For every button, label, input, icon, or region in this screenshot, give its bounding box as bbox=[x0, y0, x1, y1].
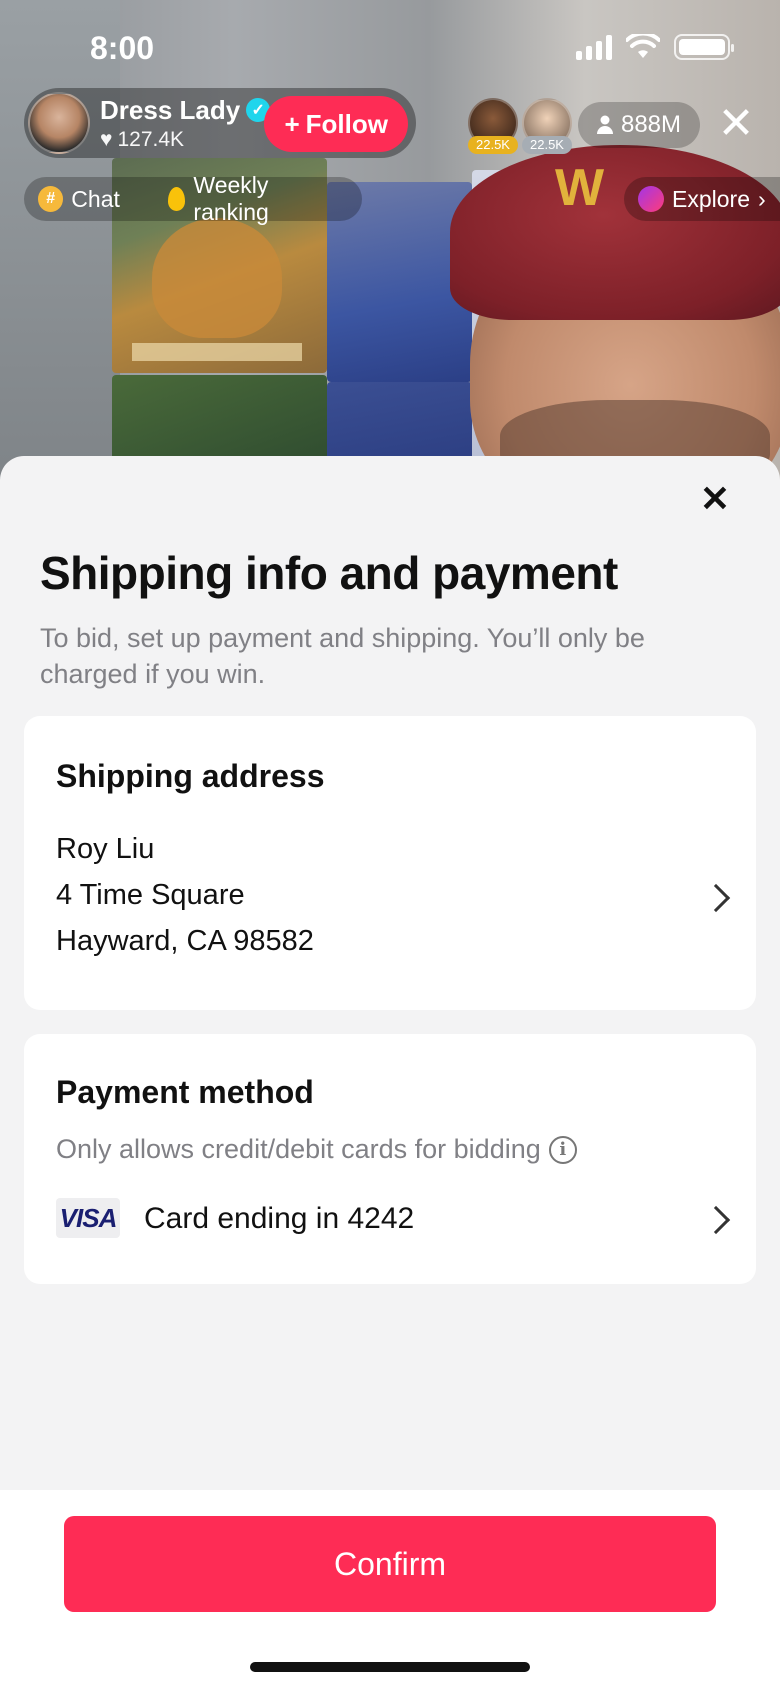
host-likes-count: 127.4K bbox=[117, 127, 185, 151]
close-live-icon[interactable]: ✕ bbox=[712, 100, 760, 148]
shipping-payment-sheet: ✕ Shipping info and payment To bid, set … bbox=[0, 456, 780, 1688]
heart-icon: ♥ bbox=[100, 127, 113, 151]
shipping-address-title: Shipping address bbox=[56, 758, 325, 794]
payment-method-title: Payment method bbox=[56, 1074, 314, 1110]
status-time: 8:00 bbox=[90, 30, 155, 66]
confirm-button[interactable]: Confirm bbox=[64, 1516, 716, 1612]
explore-chip[interactable]: Explore › bbox=[624, 177, 780, 221]
sheet-footer: Confirm bbox=[0, 1490, 780, 1688]
info-icon[interactable]: i bbox=[548, 1135, 577, 1164]
address-line-2: Hayward, CA 98582 bbox=[56, 925, 314, 957]
host-name-row: Dress Lady ✓ bbox=[100, 94, 271, 126]
wifi-icon bbox=[626, 34, 660, 58]
video-streamer-cap bbox=[450, 145, 780, 320]
close-sheet-icon[interactable]: ✕ bbox=[694, 478, 736, 520]
payment-note: Only allows credit/debit cards for biddi… bbox=[56, 1134, 577, 1165]
planet-icon bbox=[638, 186, 664, 212]
viewer-gift-badge: 22.5K bbox=[522, 136, 572, 154]
battery-icon bbox=[674, 34, 734, 60]
plus-icon: + bbox=[284, 108, 300, 139]
chevron-right-icon bbox=[701, 883, 731, 913]
top-viewer-avatar[interactable]: 22.5K bbox=[522, 98, 572, 154]
status-icons bbox=[576, 34, 734, 60]
chat-label: Chat bbox=[71, 185, 120, 212]
explore-label: Explore bbox=[672, 185, 750, 212]
chevron-right-icon bbox=[701, 1205, 731, 1235]
sheet-title: Shipping info and payment bbox=[40, 547, 618, 599]
chevron-right-icon: › bbox=[757, 185, 766, 212]
payment-method-card[interactable]: Payment method Only allows credit/debit … bbox=[24, 1034, 756, 1284]
top-viewer-avatar[interactable]: 22.5K bbox=[468, 98, 518, 154]
live-chip-row: # Chat Weekly ranking Explore › bbox=[24, 172, 780, 225]
address-line-1: 4 Time Square bbox=[56, 879, 245, 911]
person-icon bbox=[596, 115, 613, 134]
follow-button[interactable]: + Follow bbox=[264, 96, 408, 152]
payment-note-text: Only allows credit/debit cards for biddi… bbox=[56, 1134, 541, 1164]
visa-logo: VISA bbox=[56, 1198, 120, 1238]
sheet-subtitle: To bid, set up payment and shipping. You… bbox=[40, 623, 645, 689]
viewer-count-pill[interactable]: 888M bbox=[578, 102, 700, 148]
status-bar: 8:00 bbox=[0, 0, 780, 96]
hashtag-chat-icon: # bbox=[38, 186, 64, 212]
address-name: Roy Liu bbox=[56, 833, 155, 865]
card-ending-text: Card ending in 4242 bbox=[144, 1202, 415, 1235]
host-info-pill[interactable]: Dress Lady ✓ ♥ 127.4K + Follow bbox=[24, 88, 416, 158]
shipping-address-card[interactable]: Shipping address Roy Liu 4 Time Square H… bbox=[24, 716, 756, 1010]
shipping-address-lines: Roy Liu 4 Time Square Hayward, CA 98582 bbox=[56, 826, 314, 964]
chat-chip[interactable]: # Chat Weekly ranking bbox=[24, 172, 362, 225]
host-avatar[interactable] bbox=[28, 92, 90, 154]
follow-label: Follow bbox=[305, 108, 388, 139]
flame-icon bbox=[167, 187, 186, 211]
top-viewers[interactable]: 22.5K 22.5K bbox=[468, 98, 572, 154]
viewer-count: 888M bbox=[620, 111, 682, 138]
host-likes-row: ♥ 127.4K bbox=[100, 128, 270, 152]
weekly-ranking-label[interactable]: Weekly ranking bbox=[193, 172, 346, 226]
viewer-gift-badge: 22.5K bbox=[468, 136, 518, 154]
host-name: Dress Lady bbox=[100, 94, 241, 125]
cellular-signal-icon bbox=[576, 34, 612, 60]
home-indicator bbox=[250, 1662, 530, 1672]
host-info: Dress Lady ✓ ♥ 127.4K bbox=[100, 94, 271, 152]
